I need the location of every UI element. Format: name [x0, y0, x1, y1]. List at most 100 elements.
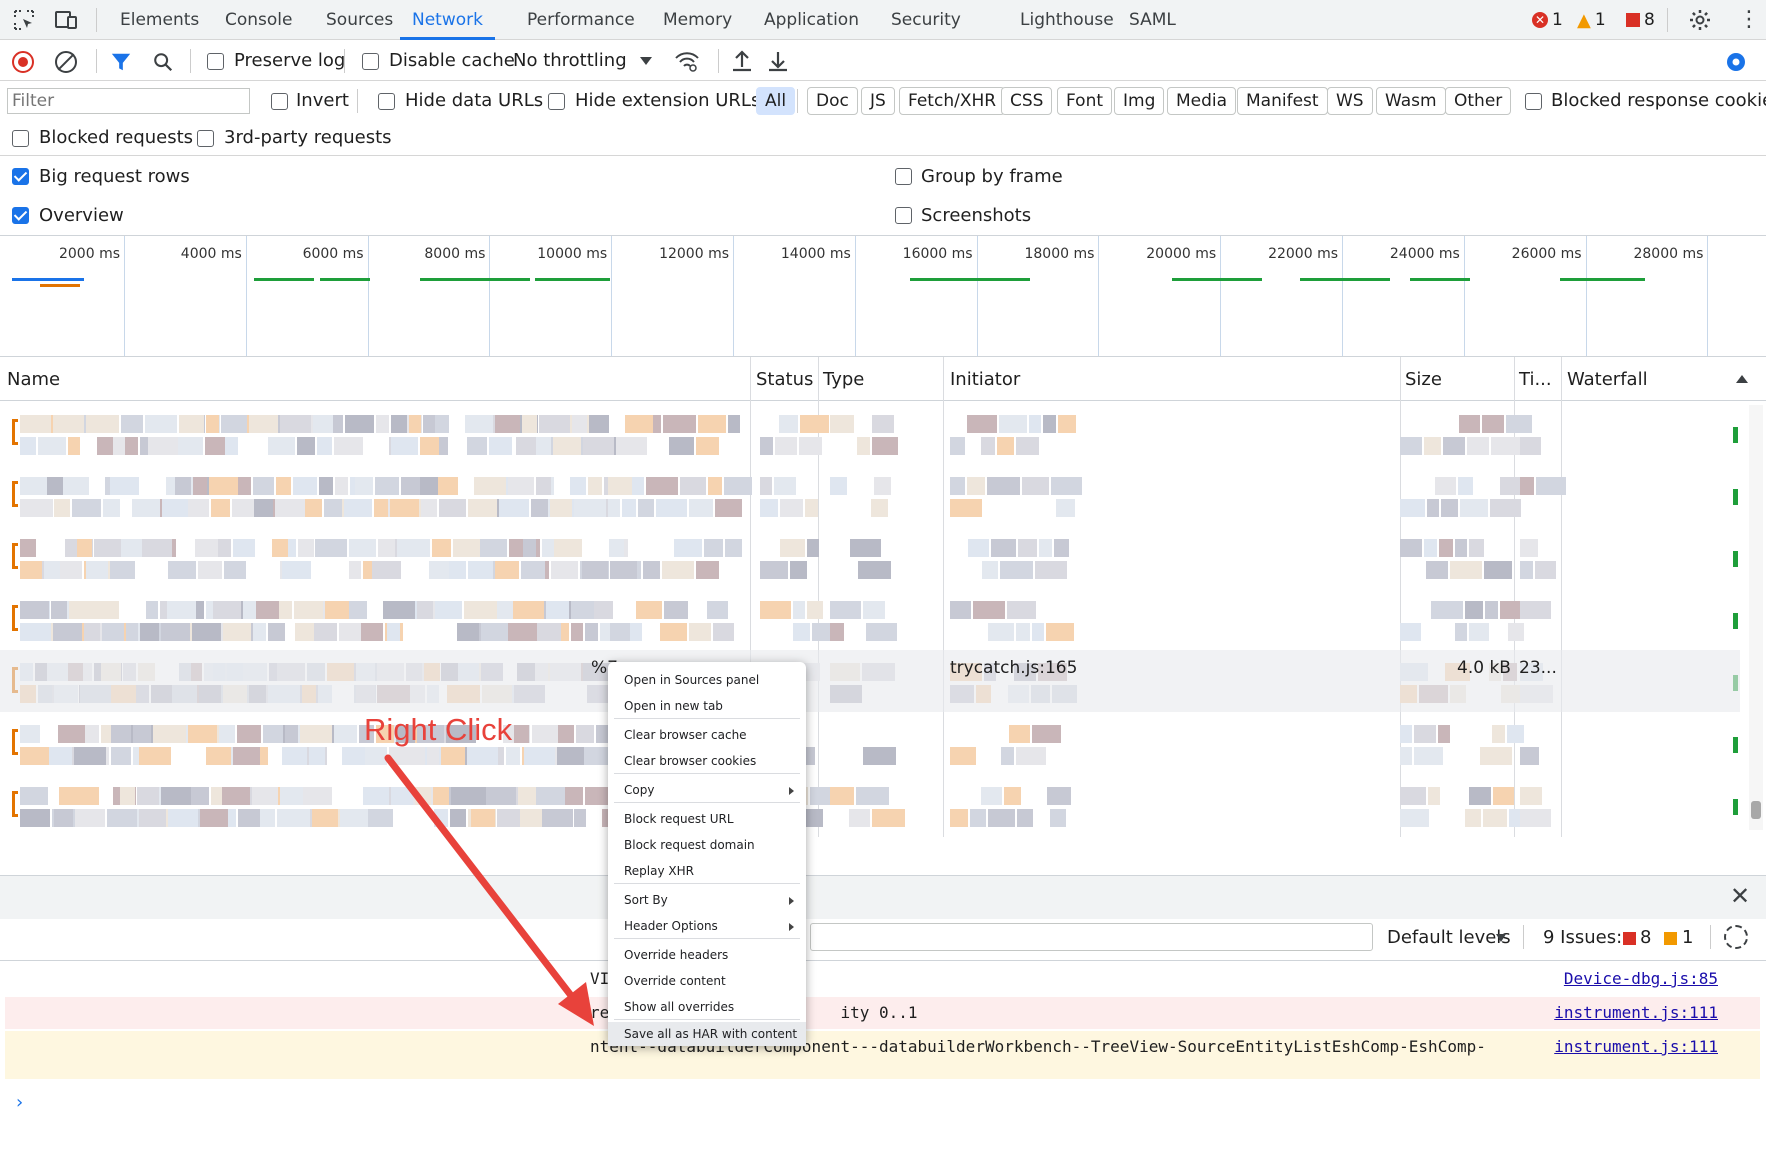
tab-saml[interactable]: SAML	[1129, 0, 1176, 40]
console-issues-label[interactable]: 9 Issues:	[1543, 927, 1622, 948]
filter-icon[interactable]	[110, 51, 132, 73]
tab-memory[interactable]: Memory	[663, 0, 732, 40]
network-conditions-icon[interactable]	[674, 50, 700, 74]
inspect-element-icon[interactable]	[12, 8, 36, 32]
chevron-down-icon[interactable]	[1496, 934, 1506, 942]
warning-count[interactable]: ▲ 1	[1577, 10, 1606, 31]
filter-type-css[interactable]: CSS	[1001, 87, 1053, 115]
network-overview-timeline[interactable]: 2000 ms 4000 ms 6000 ms 8000 ms 10000 ms 1200…	[0, 235, 1766, 357]
big-request-rows-checkbox[interactable]	[12, 168, 29, 185]
device-toolbar-icon[interactable]	[54, 8, 78, 32]
tab-network[interactable]: Network	[400, 0, 495, 40]
filter-input[interactable]	[7, 88, 250, 114]
filter-type-img[interactable]: Img	[1114, 87, 1165, 115]
column-status[interactable]: Status	[756, 369, 813, 390]
menu-item-clear-browser-cache[interactable]: Clear browser cache	[608, 723, 806, 747]
console-source-link[interactable]: instrument.js:111	[1554, 1003, 1718, 1022]
tab-application[interactable]: Application	[764, 0, 859, 40]
more-menu-icon[interactable]: ⋮	[1738, 6, 1760, 34]
menu-item-replay-xhr[interactable]: Replay XHR	[608, 859, 806, 883]
tab-sources[interactable]: Sources	[326, 0, 393, 40]
network-settings-gear-icon[interactable]	[1724, 50, 1748, 74]
table-row[interactable]	[0, 715, 1740, 777]
invert-checkbox[interactable]	[271, 93, 288, 110]
request-initiator[interactable]: trycatch.js:165	[950, 658, 1077, 678]
filter-type-manifest[interactable]: Manifest	[1237, 87, 1328, 115]
menu-item-clear-browser-cookies[interactable]: Clear browser cookies	[608, 749, 806, 773]
menu-item-show-all-overrides[interactable]: Show all overrides	[608, 995, 806, 1019]
hide-data-urls-checkbox[interactable]	[378, 93, 395, 110]
redacted-cell	[609, 539, 624, 557]
menu-item-copy[interactable]: Copy	[608, 778, 806, 802]
import-har-icon[interactable]	[731, 49, 753, 73]
redacted-cell	[140, 623, 159, 641]
filter-type-other[interactable]: Other	[1445, 87, 1512, 115]
filter-type-media[interactable]: Media	[1167, 87, 1237, 115]
redacted-cell	[206, 415, 219, 433]
gear-icon[interactable]	[1688, 8, 1712, 32]
filter-type-fetch-xhr[interactable]: Fetch/XHR	[899, 87, 1006, 115]
console-source-link[interactable]: Device-dbg.js:85	[1564, 969, 1718, 988]
table-row[interactable]	[0, 467, 1740, 529]
tab-elements[interactable]: Elements	[120, 0, 199, 40]
menu-item-open-in-new-tab[interactable]: Open in new tab	[608, 694, 806, 718]
redacted-cell	[1485, 601, 1498, 619]
scrollbar-thumb[interactable]	[1751, 801, 1761, 819]
filter-type-js[interactable]: JS	[861, 87, 895, 115]
preserve-log-checkbox[interactable]	[207, 53, 224, 70]
filter-type-ws[interactable]: WS	[1327, 87, 1373, 115]
menu-item-save-all-as-har-with-content[interactable]: Save all as HAR with content	[608, 1022, 806, 1046]
group-by-frame-checkbox[interactable]	[895, 168, 912, 185]
menu-item-override-headers[interactable]: Override headers	[608, 943, 806, 967]
menu-item-block-request-domain[interactable]: Block request domain	[608, 833, 806, 857]
overview-gridline	[1707, 236, 1709, 356]
table-row[interactable]	[0, 405, 1740, 467]
column-initiator[interactable]: Initiator	[950, 369, 1020, 390]
search-icon[interactable]	[152, 51, 174, 73]
tab-lighthouse[interactable]: Lighthouse	[1020, 0, 1114, 40]
blocked-response-cookies-checkbox[interactable]	[1525, 93, 1542, 110]
column-type[interactable]: Type	[823, 369, 864, 390]
table-scrollbar[interactable]	[1749, 405, 1763, 830]
console-filter-input[interactable]	[810, 923, 1373, 951]
throttling-select[interactable]: No throttling	[513, 50, 627, 71]
hide-extension-urls-checkbox[interactable]	[548, 93, 565, 110]
menu-item-sort-by[interactable]: Sort By	[608, 888, 806, 912]
menu-item-header-options[interactable]: Header Options	[608, 914, 806, 938]
table-row[interactable]	[0, 529, 1740, 591]
blocked-requests-checkbox[interactable]	[12, 130, 29, 147]
tab-security[interactable]: Security	[891, 0, 961, 40]
screenshots-checkbox[interactable]	[895, 207, 912, 224]
tab-performance[interactable]: Performance	[527, 0, 635, 40]
column-time[interactable]: Ti...	[1519, 369, 1552, 390]
sort-ascending-icon[interactable]	[1736, 375, 1748, 383]
chevron-down-icon[interactable]	[640, 57, 652, 65]
console-prompt-icon[interactable]: ›	[16, 1092, 23, 1113]
close-icon[interactable]: ✕	[1730, 882, 1750, 910]
column-name[interactable]: Name	[7, 369, 60, 390]
menu-item-block-request-url[interactable]: Block request URL	[608, 807, 806, 831]
disable-cache-checkbox[interactable]	[362, 53, 379, 70]
column-size[interactable]: Size	[1405, 369, 1442, 390]
menu-item-override-content[interactable]: Override content	[608, 969, 806, 993]
export-har-icon[interactable]	[767, 49, 789, 73]
table-row[interactable]	[0, 777, 1740, 839]
console-settings-gear-icon[interactable]	[1724, 925, 1748, 949]
filter-type-font[interactable]: Font	[1057, 87, 1113, 115]
third-party-requests-checkbox[interactable]	[197, 130, 214, 147]
issues-count[interactable]: 8	[1626, 10, 1655, 30]
filter-type-all[interactable]: All	[756, 87, 796, 115]
filter-type-doc[interactable]: Doc	[807, 87, 858, 115]
menu-item-open-in-sources-panel[interactable]: Open in Sources panel	[608, 668, 806, 692]
console-source-link[interactable]: instrument.js:111	[1554, 1037, 1718, 1056]
redacted-cell	[1056, 499, 1075, 517]
error-count[interactable]: ✕ 1	[1532, 10, 1563, 30]
clear-icon[interactable]	[55, 51, 77, 73]
tab-console[interactable]: Console	[225, 0, 293, 40]
column-waterfall[interactable]: Waterfall	[1567, 369, 1648, 390]
table-row[interactable]	[0, 591, 1740, 653]
default-levels-select[interactable]: Default levels	[1387, 927, 1511, 948]
overview-checkbox[interactable]	[12, 207, 29, 224]
stop-recording-icon[interactable]	[12, 51, 34, 73]
filter-type-wasm[interactable]: Wasm	[1376, 87, 1446, 115]
